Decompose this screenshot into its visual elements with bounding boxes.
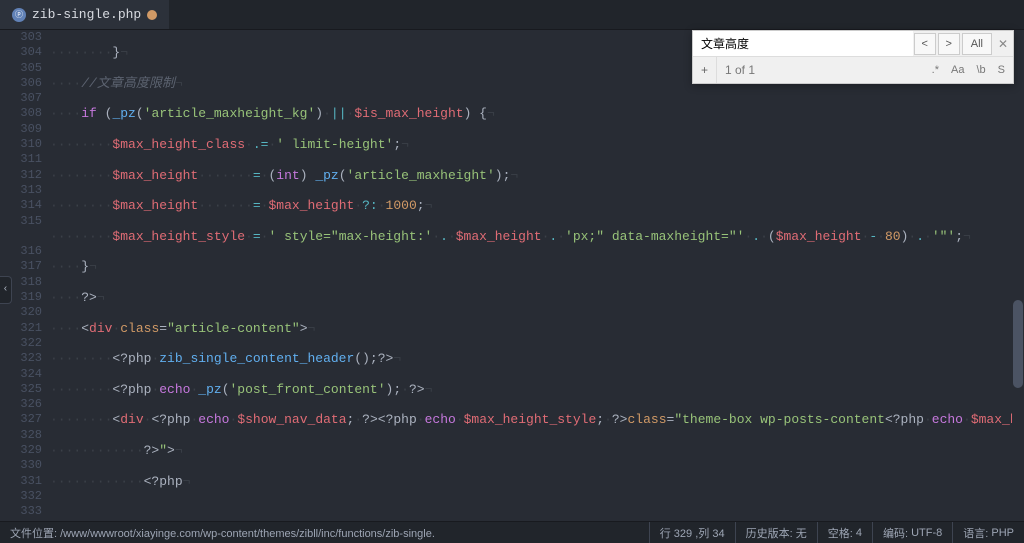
find-regex-toggle[interactable]: .* <box>928 62 943 78</box>
tab-filename: zib-single.php <box>32 7 141 22</box>
line-number[interactable]: 305 <box>0 61 42 76</box>
status-history[interactable]: 历史版本: 无 <box>735 522 817 543</box>
line-number[interactable]: 330 <box>0 458 42 473</box>
status-encoding[interactable]: 编码: UTF-8 <box>872 522 952 543</box>
line-number[interactable]: 311 <box>0 152 42 167</box>
line-number[interactable]: 309 <box>0 122 42 137</box>
find-selection-toggle[interactable]: S <box>994 62 1009 78</box>
line-number[interactable]: 321 <box>0 321 42 336</box>
tab-bar: ⓟ zib-single.php <box>0 0 1024 30</box>
status-bar: 文件位置: /www/wwwroot/xiayinge.com/wp-conte… <box>0 521 1024 543</box>
line-number[interactable]: 332 <box>0 489 42 504</box>
status-indent[interactable]: 空格: 4 <box>817 522 872 543</box>
line-number[interactable]: 315 <box>0 214 42 229</box>
line-number[interactable]: 327 <box>0 412 42 427</box>
status-cursor[interactable]: 行 329 ,列 34 <box>649 522 735 543</box>
line-number[interactable]: 325 <box>0 382 42 397</box>
find-all-button[interactable]: All <box>962 33 992 55</box>
modified-indicator-icon <box>147 10 157 20</box>
line-number[interactable]: 308 <box>0 106 42 121</box>
find-next-button[interactable]: > <box>938 33 960 55</box>
line-number[interactable]: 307 <box>0 91 42 106</box>
line-number[interactable]: 322 <box>0 336 42 351</box>
line-number[interactable]: 328 <box>0 428 42 443</box>
line-number[interactable]: 333 <box>0 504 42 519</box>
line-number[interactable]: 314 <box>0 198 42 213</box>
line-number[interactable] <box>0 229 42 244</box>
line-number[interactable]: 313 <box>0 183 42 198</box>
line-number[interactable]: 312 <box>0 168 42 183</box>
scrollbar-thumb[interactable] <box>1013 300 1023 388</box>
find-input[interactable] <box>693 31 913 56</box>
find-word-toggle[interactable]: \b <box>972 62 989 78</box>
line-number[interactable]: 331 <box>0 474 42 489</box>
line-number[interactable]: 324 <box>0 367 42 382</box>
line-number[interactable]: 316 <box>0 244 42 259</box>
line-number[interactable]: 303 <box>0 30 42 45</box>
find-prev-button[interactable]: < <box>914 33 936 55</box>
line-number[interactable]: 310 <box>0 137 42 152</box>
code-area[interactable]: ········}¬ ····//文章高度限制¬ ····if (_pz('ar… <box>50 30 1024 521</box>
find-close-button[interactable]: ✕ <box>993 31 1013 56</box>
line-number[interactable]: 329 <box>0 443 42 458</box>
find-panel: < > All ✕ + 1 of 1 .* Aa \b S <box>692 30 1014 84</box>
find-expand-button[interactable]: + <box>693 57 717 83</box>
fold-handle-icon[interactable]: ‹ <box>0 276 12 304</box>
line-number[interactable]: 326 <box>0 397 42 412</box>
line-number[interactable]: 323 <box>0 351 42 366</box>
find-case-toggle[interactable]: Aa <box>947 62 968 78</box>
status-file-path[interactable]: 文件位置: /www/wwwroot/xiayinge.com/wp-conte… <box>0 525 649 541</box>
line-number[interactable]: 304 <box>0 45 42 60</box>
php-icon: ⓟ <box>12 8 26 22</box>
vertical-scrollbar[interactable] <box>1012 30 1024 521</box>
line-number[interactable]: 306 <box>0 76 42 91</box>
status-language[interactable]: 语言: PHP <box>952 522 1024 543</box>
file-tab[interactable]: ⓟ zib-single.php <box>0 0 169 29</box>
find-count: 1 of 1 <box>717 63 928 77</box>
line-number[interactable]: 317 <box>0 259 42 274</box>
editor[interactable]: 303304305306307308309310311312313314315 3… <box>0 30 1024 521</box>
line-number[interactable]: 320 <box>0 305 42 320</box>
